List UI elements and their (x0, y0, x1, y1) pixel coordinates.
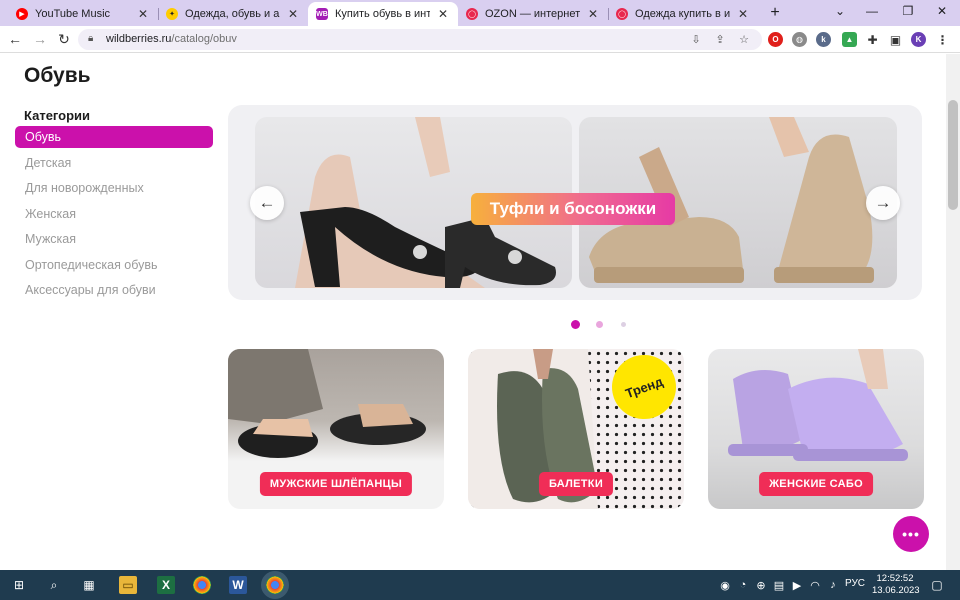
tab-title: YouTube Music (35, 8, 111, 20)
chat-support-button[interactable]: ••• (893, 516, 929, 552)
new-tab-button[interactable]: + (766, 4, 784, 22)
search-icon[interactable]: ⌕ (45, 576, 63, 594)
install-app-icon[interactable]: ⇩ (688, 33, 704, 46)
url-path: /catalog/obuv (171, 33, 237, 45)
category-newborns[interactable]: Для новорожденных (15, 177, 213, 199)
volume-icon[interactable]: ♪ (824, 576, 842, 594)
tab-title: Одежда купить в интерне (635, 8, 730, 20)
browser-tab-strip: ▶ YouTube Music ✕ ✦ Одежда, обувь и аксе… (0, 0, 960, 26)
tab-wildberries[interactable]: WB Купить обувь в интернет- ✕ (308, 2, 458, 26)
tab-title: Одежда, обувь и аксессуа (185, 8, 280, 20)
page-title: Обувь (24, 64, 91, 87)
womens-clogs-button[interactable]: ЖЕНСКИЕ САБО (759, 472, 873, 496)
card-womens-clogs[interactable]: ЖЕНСКИЕ САБО (708, 349, 924, 509)
youtube-music-icon: ▶ (16, 8, 28, 20)
windows-start-icon[interactable]: ⊞ (10, 576, 28, 594)
carousel-dot-3[interactable] (621, 322, 626, 327)
category-women[interactable]: Женская (15, 203, 213, 225)
tab-title: Купить обувь в интернет- (335, 8, 430, 20)
carousel-dot-1[interactable] (571, 320, 580, 329)
lock-icon[interactable]: 🔒︎ (88, 33, 93, 44)
category-shoes[interactable]: Обувь (15, 126, 213, 148)
address-bar[interactable]: 🔒︎ wildberries.ru/catalog/obuv ⇩ ⇪ ☆ (78, 29, 762, 50)
tab-ozon[interactable]: ◯ OZON — интернет-магазин ✕ (458, 2, 608, 26)
tab-ozon-clothes[interactable]: ◯ Одежда купить в интерне ✕ (608, 2, 758, 26)
opera-extension-icon[interactable]: O (768, 32, 783, 47)
back-arrow-icon[interactable]: ← (6, 31, 24, 47)
excel-icon[interactable]: X (157, 576, 175, 594)
categories-heading: Категории (24, 108, 91, 123)
carousel-dot-2[interactable] (596, 321, 603, 328)
ozon-icon: ◯ (616, 8, 628, 20)
mens-slippers-button[interactable]: МУЖСКИЕ ШЛЁПАНЦЫ (259, 472, 413, 496)
tab-youtube-music[interactable]: ▶ YouTube Music ✕ (8, 2, 158, 26)
vpn-globe-icon[interactable]: ◍ (792, 32, 807, 47)
close-icon[interactable]: ✕ (736, 7, 750, 21)
side-panel-icon[interactable]: ▣ (888, 32, 903, 47)
category-accessories[interactable]: Аксессуары для обуви (15, 279, 213, 301)
carousel-next-button[interactable]: → (866, 186, 900, 220)
extensions-puzzle-icon[interactable]: ✚ (865, 32, 880, 47)
wifi-icon[interactable]: ◠ (806, 576, 824, 594)
notifications-icon[interactable]: ▢ (928, 576, 946, 594)
window-close-icon[interactable]: ✕ (932, 4, 952, 18)
system-clock[interactable]: 12:52:52 13.06.2023 (872, 573, 920, 597)
chrome-menu-icon[interactable]: ⋮ (935, 32, 950, 47)
url-domain: wildberries.ru (106, 33, 172, 45)
display-tray-icon[interactable]: ▤ (770, 576, 788, 594)
close-icon[interactable]: ✕ (286, 7, 300, 21)
chrome-icon[interactable] (193, 576, 211, 594)
forward-arrow-icon[interactable]: → (31, 31, 49, 47)
word-icon[interactable]: W (229, 576, 247, 594)
category-orthopedic[interactable]: Ортопедическая обувь (15, 254, 213, 276)
url-text: wildberries.ru/catalog/obuv (106, 33, 237, 45)
tab-title: OZON — интернет-магазин (485, 8, 580, 20)
browser-toolbar: ← → ↻ 🔒︎ wildberries.ru/catalog/obuv ⇩ ⇪… (0, 26, 960, 53)
profile-avatar[interactable]: K (911, 32, 926, 47)
language-indicator[interactable]: РУС (845, 578, 865, 589)
banner-label[interactable]: Туфли и босоножки (471, 193, 675, 225)
share-icon[interactable]: ⇪ (712, 33, 728, 46)
android-extension-icon[interactable]: ▲ (842, 32, 857, 47)
yandex-market-icon: ✦ (166, 8, 178, 20)
card-ballet-flats[interactable]: Тренд БАЛЕТКИ (468, 349, 684, 509)
tab-yandex-market[interactable]: ✦ Одежда, обувь и аксессуа ✕ (158, 2, 308, 26)
card-mens-slippers[interactable]: МУЖСКИЕ ШЛЁПАНЦЫ (228, 349, 444, 509)
close-icon[interactable]: ✕ (136, 7, 150, 21)
chrome-profile-icon[interactable] (261, 571, 289, 599)
meet-tray-icon[interactable]: ▶ (788, 576, 806, 594)
chrome-tray-icon[interactable]: ◉ (716, 576, 734, 594)
k-extension-icon[interactable]: k (816, 32, 831, 47)
whatsapp-tray-icon[interactable]: ◔ (734, 576, 752, 594)
task-view-icon[interactable]: ▦ (80, 576, 98, 594)
security-tray-icon[interactable]: ⊕ (752, 576, 770, 594)
ballet-flats-button[interactable]: БАЛЕТКИ (538, 472, 614, 496)
category-kids[interactable]: Детская (15, 152, 213, 174)
clock-time: 12:52:52 (876, 573, 914, 584)
scrollbar-thumb[interactable] (948, 100, 958, 210)
ozon-icon: ◯ (466, 8, 478, 20)
windows-taskbar: ⊞ ⌕ ▦ ▭ X W ◉ ◔ ⊕ ▤ ▶ ◠ ♪ РУС 12:52:52 1… (0, 570, 960, 600)
clock-date: 13.06.2023 (872, 585, 920, 596)
close-icon[interactable]: ✕ (436, 7, 450, 21)
file-explorer-icon[interactable]: ▭ (119, 576, 137, 594)
minimize-icon[interactable]: — (862, 4, 882, 18)
reload-icon[interactable]: ↻ (55, 31, 73, 48)
restore-icon[interactable]: ❐ (898, 4, 918, 18)
carousel-prev-button[interactable]: ← (250, 186, 284, 220)
category-men[interactable]: Мужская (15, 228, 213, 250)
bookmark-star-icon[interactable]: ☆ (736, 33, 752, 46)
tab-search-chevron-icon[interactable]: ⌄ (830, 4, 850, 18)
wildberries-icon: WB (316, 8, 328, 20)
close-icon[interactable]: ✕ (586, 7, 600, 21)
